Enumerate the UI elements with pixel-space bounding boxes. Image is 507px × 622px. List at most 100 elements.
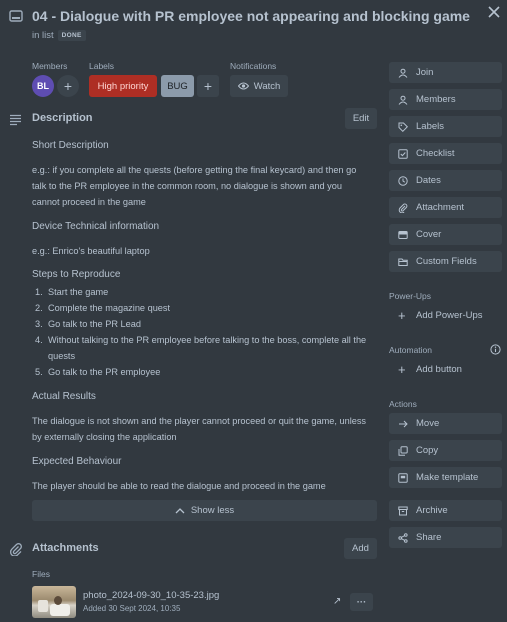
actual-results-heading: Actual Results (32, 391, 96, 402)
step-item: 3. Go talk to the PR Lead (32, 316, 377, 332)
custom-fields-label: Custom Fields (416, 256, 477, 267)
card-icon (9, 9, 23, 23)
move-button[interactable]: Move (389, 413, 502, 434)
labels-button-label: Labels (416, 121, 444, 132)
label-high-priority[interactable]: High priority (89, 75, 157, 97)
members-button[interactable]: Members (389, 89, 502, 110)
steps-list: 1. Start the game 2. Complete the magazine… (32, 284, 377, 380)
step-text-line: quests (48, 351, 76, 361)
chevron-up-icon (175, 507, 185, 514)
plus-icon: + (398, 308, 406, 323)
move-label: Move (416, 418, 440, 429)
show-less-button[interactable]: Show less (32, 500, 377, 521)
step-item: 1. Start the game (32, 284, 377, 300)
device-heading: Device Technical information (32, 221, 160, 232)
files-label: Files (32, 569, 50, 579)
attachment-filename[interactable]: photo_2024-09-30_10-35-23.jpg (83, 590, 219, 601)
actual-results-text: The dialogue is not shown and the player… (32, 413, 377, 445)
make-template-button[interactable]: Make template (389, 467, 502, 488)
plus-icon: + (63, 78, 73, 94)
cover-icon (398, 230, 408, 240)
list-badge[interactable]: DONE (57, 30, 86, 41)
short-description-text: e.g.: if you complete all the quests (be… (32, 162, 377, 210)
plus-icon: + (203, 78, 213, 94)
share-label: Share (416, 532, 442, 543)
step-number: 4. (35, 335, 43, 345)
copy-button[interactable]: Copy (389, 440, 502, 461)
description-icon (9, 113, 22, 126)
watch-label: Watch (253, 80, 281, 92)
copy-icon (398, 445, 408, 456)
attachment-thumbnail[interactable] (32, 586, 76, 618)
person-icon (398, 95, 408, 105)
paperclip-icon (9, 542, 23, 556)
template-icon (398, 472, 408, 483)
add-powerups-button[interactable]: + Add Power-Ups (389, 305, 502, 326)
checklist-label: Checklist (416, 148, 455, 159)
info-icon[interactable] (490, 344, 501, 355)
card-title[interactable]: 04 - Dialogue with PR employee not appea… (32, 8, 470, 24)
person-icon (398, 68, 408, 78)
step-item: 5. Go talk to the PR employee (32, 364, 377, 380)
short-description-line: cannot proceed in the game (32, 197, 146, 207)
step-text: Start the game (48, 287, 109, 297)
folder-icon (398, 257, 408, 267)
checklist-button[interactable]: Checklist (389, 143, 502, 164)
short-description-heading: Short Description (32, 140, 109, 151)
step-text-line: Without talking to the PR employee befor… (48, 335, 367, 345)
tag-icon (398, 122, 408, 132)
add-label-button[interactable]: + (197, 75, 219, 97)
attachment-date: Added 30 Sept 2024, 10:35 (83, 604, 181, 613)
close-icon[interactable] (486, 4, 502, 20)
copy-label: Copy (416, 445, 439, 456)
step-number: 3. (35, 319, 43, 329)
dates-button[interactable]: Dates (389, 170, 502, 191)
add-powerups-label: Add Power-Ups (416, 310, 483, 321)
archive-icon (398, 506, 408, 516)
add-member-button[interactable]: + (57, 75, 79, 97)
description-heading: Description (32, 112, 93, 124)
cover-label: Cover (416, 229, 442, 240)
custom-fields-button[interactable]: Custom Fields (389, 251, 502, 272)
powerups-heading: Power-Ups (389, 291, 432, 301)
notifications-label: Notifications (230, 61, 277, 71)
share-button[interactable]: Share (389, 527, 502, 548)
make-template-label: Make template (416, 472, 479, 483)
attachment-button[interactable]: Attachment (389, 197, 502, 218)
attachments-heading: Attachments (32, 542, 99, 554)
list-info: in list DONE (32, 30, 86, 41)
short-description-line: e.g.: if you complete all the quests (be… (32, 165, 357, 175)
archive-button[interactable]: Archive (389, 500, 502, 521)
expected-line: The player should be able to read the di… (32, 481, 326, 491)
cover-button[interactable]: Cover (389, 224, 502, 245)
step-text: Go talk to the PR Lead (48, 319, 141, 329)
checkbox-icon (398, 148, 408, 159)
add-button-button[interactable]: + Add button (389, 359, 502, 380)
expected-heading: Expected Behaviour (32, 456, 122, 467)
share-icon (398, 532, 408, 543)
labels-button[interactable]: Labels (389, 116, 502, 137)
step-item: 4. Without talking to the PR employee bef… (32, 332, 377, 364)
step-item: 2. Complete the magazine quest (32, 300, 377, 316)
add-attachment-button[interactable]: Add (344, 538, 377, 559)
label-bug[interactable]: BUG (161, 75, 194, 97)
actual-line: by externally closing the application (32, 432, 177, 442)
members-label: Members (32, 61, 68, 71)
attachment-more-button[interactable]: ··· (350, 593, 373, 611)
watch-button[interactable]: Watch (230, 75, 288, 97)
step-text: Complete the magazine quest (48, 303, 171, 313)
archive-label: Archive (416, 505, 448, 516)
arrow-right-icon (398, 419, 408, 429)
paperclip-icon (398, 203, 408, 213)
actual-line: The dialogue is not shown and the player… (32, 416, 367, 426)
open-external-icon[interactable]: ↗ (333, 596, 341, 607)
plus-icon: + (398, 362, 406, 377)
expected-text: The player should be able to read the di… (32, 478, 377, 494)
dates-label: Dates (416, 175, 441, 186)
avatar[interactable]: BL (32, 75, 54, 97)
join-button[interactable]: Join (389, 62, 502, 83)
edit-description-button[interactable]: Edit (345, 108, 377, 129)
device-text: e.g.: Enrico's beautiful laptop (32, 243, 377, 259)
attachment-label: Attachment (416, 202, 465, 213)
members-button-label: Members (416, 94, 456, 105)
